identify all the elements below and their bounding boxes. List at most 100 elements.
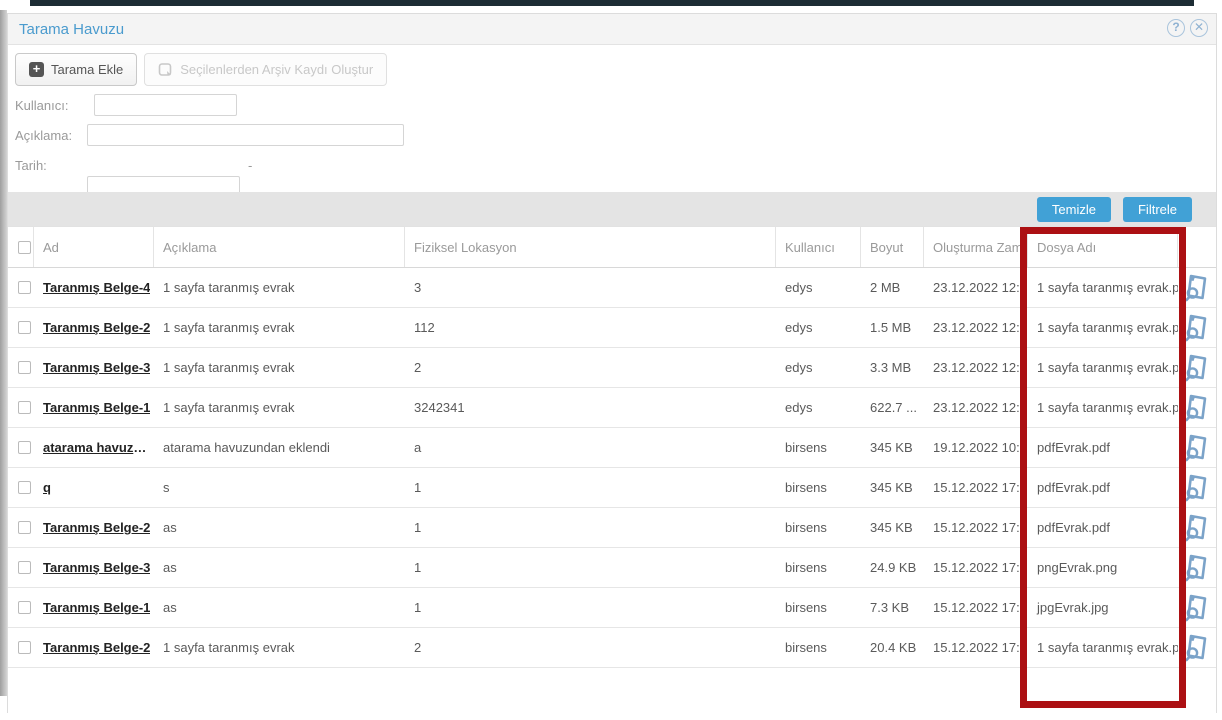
row-checkbox[interactable]	[18, 321, 31, 334]
table-row: q s 1 birsens 345 KB 15.12.2022 17:0... …	[8, 468, 1216, 508]
size-cell: 345 KB	[861, 428, 924, 467]
document-preview-icon[interactable]	[1184, 634, 1210, 662]
add-scan-button[interactable]: + Tarama Ekle	[15, 53, 137, 86]
description-cell: 1 sayfa taranmış evrak	[154, 268, 405, 307]
filename-cell: pdfEvrak.pdf	[1028, 508, 1178, 547]
document-name-link[interactable]: Taranmış Belge-1	[43, 400, 150, 415]
column-header-boyut[interactable]: Boyut	[861, 227, 924, 267]
select-all-checkbox[interactable]	[18, 241, 31, 254]
column-header-olusturma-zamani[interactable]: Oluşturma Zamanı	[924, 227, 1028, 267]
location-cell: 2	[405, 628, 776, 667]
description-cell: 1 sayfa taranmış evrak	[154, 388, 405, 427]
row-checkbox[interactable]	[18, 521, 31, 534]
document-preview-icon[interactable]	[1184, 274, 1210, 302]
location-cell: a	[405, 428, 776, 467]
column-header-ad[interactable]: Ad	[34, 227, 154, 267]
user-cell: edys	[776, 388, 861, 427]
user-select[interactable]	[94, 94, 237, 116]
document-preview-icon[interactable]	[1184, 434, 1210, 462]
document-name-link[interactable]: q	[43, 480, 51, 495]
document-name-link[interactable]: Taranmış Belge-3	[43, 560, 150, 575]
date-range-separator: -	[248, 158, 252, 173]
scan-pool-table: Ad Açıklama Fiziksel Lokasyon Kullanıcı …	[8, 226, 1216, 668]
table-body: Taranmış Belge-4 1 sayfa taranmış evrak …	[8, 268, 1216, 668]
filename-cell: 1 sayfa taranmış evrak.pdf	[1028, 628, 1178, 667]
user-cell: edys	[776, 268, 861, 307]
description-cell: s	[154, 468, 405, 507]
description-input[interactable]	[87, 124, 404, 146]
description-cell: atarama havuzundan eklendi	[154, 428, 405, 467]
filter-button[interactable]: Filtrele	[1123, 197, 1192, 222]
location-cell: 1	[405, 468, 776, 507]
size-cell: 7.3 KB	[861, 588, 924, 627]
created-cell: 15.12.2022 17:0...	[924, 628, 1028, 667]
table-row: Taranmış Belge-4 1 sayfa taranmış evrak …	[8, 268, 1216, 308]
document-name-link[interactable]: Taranmış Belge-3	[43, 360, 150, 375]
create-archive-button[interactable]: Seçilenlerden Arşiv Kaydı Oluştur	[144, 53, 387, 86]
table-row: Taranmış Belge-2 1 sayfa taranmış evrak …	[8, 308, 1216, 348]
description-cell: 1 sayfa taranmış evrak	[154, 628, 405, 667]
table-row: Taranmış Belge-1 1 sayfa taranmış evrak …	[8, 388, 1216, 428]
created-cell: 23.12.2022 12:0...	[924, 308, 1028, 347]
row-checkbox[interactable]	[18, 401, 31, 414]
size-cell: 345 KB	[861, 468, 924, 507]
add-scan-label: Tarama Ekle	[51, 62, 123, 77]
column-header-dosya-adi[interactable]: Dosya Adı	[1028, 227, 1178, 267]
description-cell: as	[154, 588, 405, 627]
window-top-edge	[30, 0, 1194, 6]
table-row: Taranmış Belge-2 as 1 birsens 345 KB 15.…	[8, 508, 1216, 548]
column-header-aciklama[interactable]: Açıklama	[154, 227, 405, 267]
filename-cell: 1 sayfa taranmış evrak.pdf	[1028, 388, 1178, 427]
create-archive-label: Seçilenlerden Arşiv Kaydı Oluştur	[180, 62, 373, 77]
user-cell: edys	[776, 348, 861, 387]
document-name-link[interactable]: Taranmış Belge-4	[43, 280, 150, 295]
document-name-link[interactable]: Taranmış Belge-1	[43, 600, 150, 615]
document-preview-icon[interactable]	[1184, 554, 1210, 582]
created-cell: 15.12.2022 17:0...	[924, 508, 1028, 547]
column-header-fiziksel-lokasyon[interactable]: Fiziksel Lokasyon	[405, 227, 776, 267]
size-cell: 2 MB	[861, 268, 924, 307]
created-cell: 15.12.2022 17:0...	[924, 548, 1028, 587]
location-cell: 3242341	[405, 388, 776, 427]
document-preview-icon[interactable]	[1184, 594, 1210, 622]
clear-button[interactable]: Temizle	[1037, 197, 1111, 222]
document-name-link[interactable]: Taranmış Belge-2	[43, 520, 150, 535]
row-checkbox[interactable]	[18, 641, 31, 654]
size-cell: 24.9 KB	[861, 548, 924, 587]
row-checkbox[interactable]	[18, 601, 31, 614]
row-checkbox[interactable]	[18, 281, 31, 294]
document-preview-icon[interactable]	[1184, 314, 1210, 342]
filename-cell: 1 sayfa taranmış evrak.pdf	[1028, 348, 1178, 387]
document-preview-icon[interactable]	[1184, 474, 1210, 502]
location-cell: 3	[405, 268, 776, 307]
size-cell: 3.3 MB	[861, 348, 924, 387]
plus-icon: +	[29, 62, 44, 77]
created-cell: 23.12.2022 12:0...	[924, 268, 1028, 307]
column-header-kullanici[interactable]: Kullanıcı	[776, 227, 861, 267]
document-name-link[interactable]: atarama havuzundan e...	[43, 440, 154, 455]
location-cell: 1	[405, 548, 776, 587]
document-name-link[interactable]: Taranmış Belge-2	[43, 640, 150, 655]
user-cell: birsens	[776, 468, 861, 507]
document-name-link[interactable]: Taranmış Belge-2	[43, 320, 150, 335]
user-cell: birsens	[776, 508, 861, 547]
filter-actions-bar: Temizle Filtrele	[8, 192, 1216, 226]
help-icon[interactable]: ?	[1167, 19, 1185, 37]
table-row: atarama havuzundan e... atarama havuzund…	[8, 428, 1216, 468]
row-checkbox[interactable]	[18, 561, 31, 574]
document-preview-icon[interactable]	[1184, 394, 1210, 422]
document-preview-icon[interactable]	[1184, 514, 1210, 542]
row-checkbox[interactable]	[18, 361, 31, 374]
description-cell: as	[154, 508, 405, 547]
filename-cell: 1 sayfa taranmış evrak.pdf	[1028, 268, 1178, 307]
description-cell: as	[154, 548, 405, 587]
user-cell: birsens	[776, 588, 861, 627]
close-icon[interactable]: ✕	[1190, 19, 1208, 37]
document-preview-icon[interactable]	[1184, 354, 1210, 382]
created-cell: 19.12.2022 10:5...	[924, 428, 1028, 467]
row-checkbox[interactable]	[18, 481, 31, 494]
created-cell: 15.12.2022 17:0...	[924, 588, 1028, 627]
description-label: Açıklama:	[15, 128, 72, 143]
row-checkbox[interactable]	[18, 441, 31, 454]
location-cell: 1	[405, 508, 776, 547]
